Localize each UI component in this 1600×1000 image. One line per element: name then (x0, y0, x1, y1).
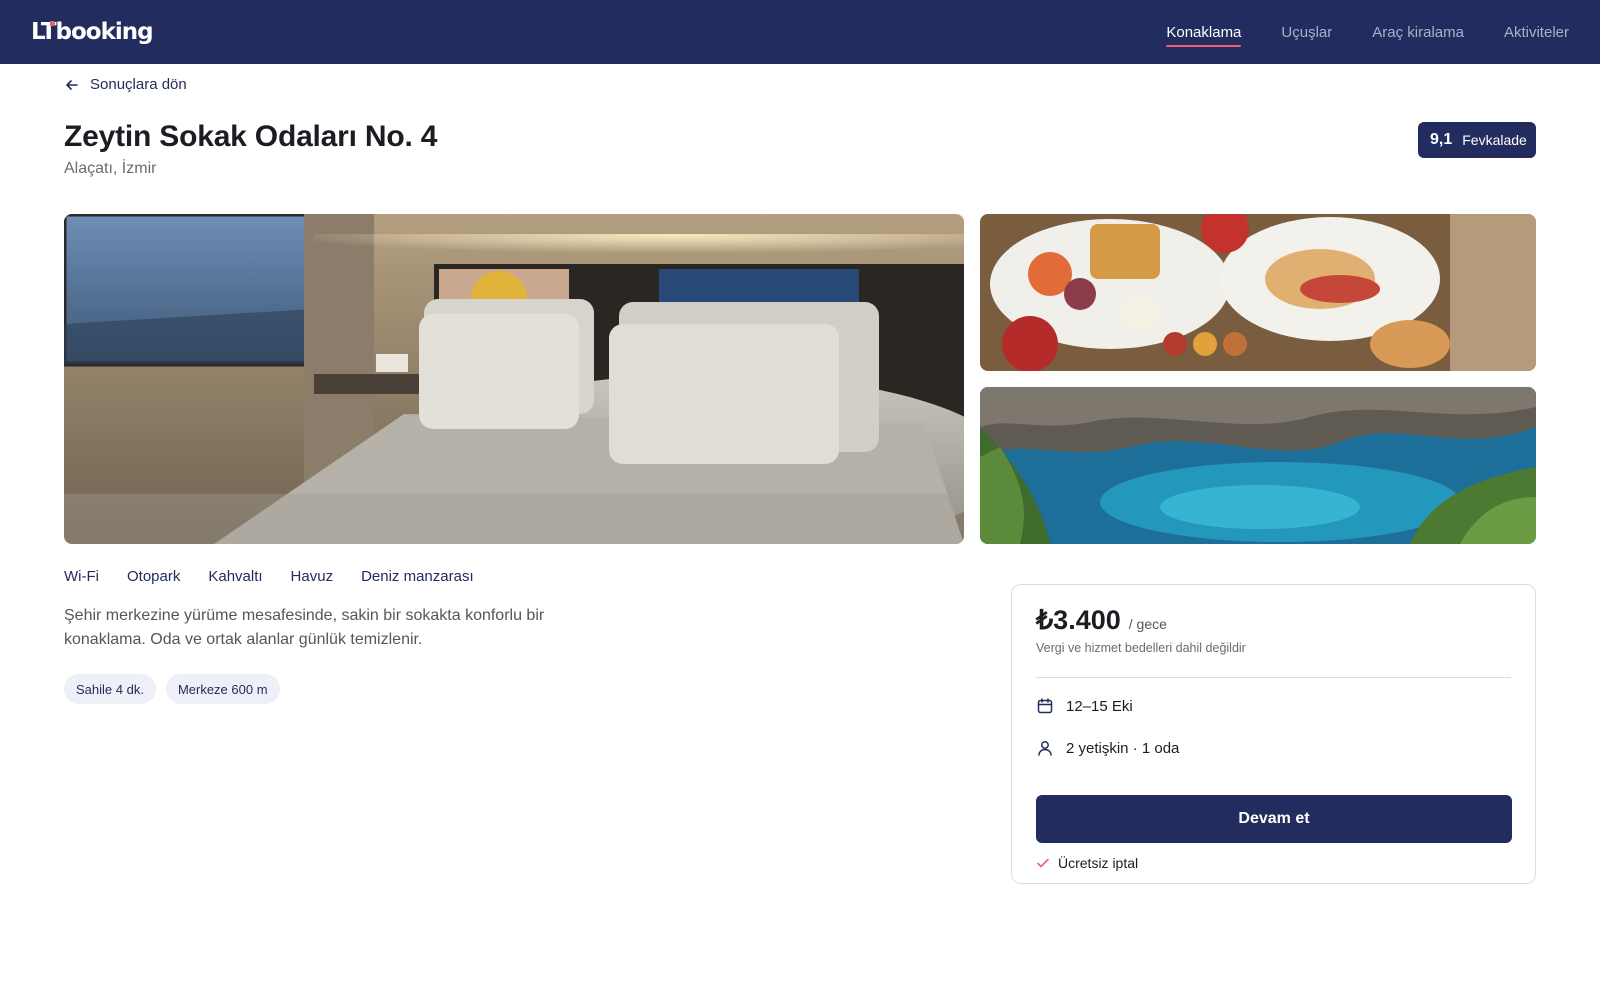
distance-chips: Sahile 4 dk. Merkeze 600 m (64, 674, 280, 704)
tax-note: Vergi ve hizmet bedelleri dahil değildir (1036, 641, 1246, 655)
nav-item-ucuslar[interactable]: Uçuşlar (1281, 0, 1332, 64)
property-location: Alaçatı, İzmir (64, 160, 157, 177)
top-navbar: LTbooking Konaklama Uçuşlar Araç kiralam… (0, 0, 1600, 64)
rating-label: Fevkalade (1462, 132, 1527, 148)
room-photo[interactable] (64, 214, 964, 544)
property-title: Zeytin Sokak Odaları No. 4 (64, 120, 438, 153)
chip-beach-distance: Sahile 4 dk. (64, 674, 156, 704)
back-to-results-link[interactable]: Sonuçlara dön (64, 76, 187, 93)
rating-score: 9,1 (1430, 131, 1453, 148)
amenity-wifi: Wi-Fi (64, 568, 99, 585)
amenity-parking: Otopark (126, 568, 181, 585)
per-night-label: / gece (1128, 616, 1167, 632)
free-cancellation-label: Ücretsiz iptal (1058, 855, 1139, 871)
nightly-price: ₺3.400 (1036, 605, 1121, 635)
nav-item-konaklama[interactable]: Konaklama (1166, 0, 1242, 64)
back-link-label: Sonuçlara dön (90, 76, 187, 93)
nav-item-arac-kiralama[interactable]: Araç kiralama (1372, 0, 1464, 64)
amenity-breakfast: Kahvaltı (208, 568, 263, 585)
property-description: Şehir merkezine yürüme mesafesinde, saki… (64, 607, 545, 648)
continue-button[interactable]: Devam et (1036, 795, 1512, 843)
nav-item-aktiviteler[interactable]: Aktiviteler (1504, 0, 1569, 64)
calendar-icon (1036, 697, 1054, 715)
guest-summary: 2 yetişkin · 1 oda (1066, 739, 1180, 757)
main-nav: Konaklama Uçuşlar Araç kiralama Aktivite… (1166, 0, 1569, 64)
amenity-sea-view: Deniz manzarası (361, 568, 474, 585)
amenity-pool: Havuz (290, 568, 334, 585)
arrow-left-icon (64, 77, 80, 93)
date-range: 12–15 Eki (1066, 697, 1133, 715)
card-divider (1036, 677, 1511, 678)
price-row: ₺3.400 / gece (1036, 605, 1167, 636)
free-cancellation: Ücretsiz iptal (1036, 855, 1138, 871)
booking-card: ₺3.400 / gece Vergi ve hizmet bedelleri … (1011, 584, 1536, 884)
date-selector[interactable]: 12–15 Eki (1036, 697, 1133, 715)
brand-logo[interactable]: LTbooking (31, 16, 154, 46)
sea-view-photo[interactable] (980, 387, 1536, 544)
amenities-list: Wi-Fi Otopark Kahvaltı Havuz Deniz manza… (64, 568, 474, 585)
guest-selector[interactable]: 2 yetişkin · 1 oda (1036, 739, 1179, 757)
logo-accent-mark (50, 21, 55, 26)
check-icon (1036, 856, 1050, 870)
breakfast-photo[interactable] (980, 214, 1536, 371)
person-icon (1036, 739, 1054, 757)
rating-badge: 9,1 Fevkalade (1418, 122, 1536, 158)
chip-center-distance: Merkeze 600 m (165, 674, 280, 704)
